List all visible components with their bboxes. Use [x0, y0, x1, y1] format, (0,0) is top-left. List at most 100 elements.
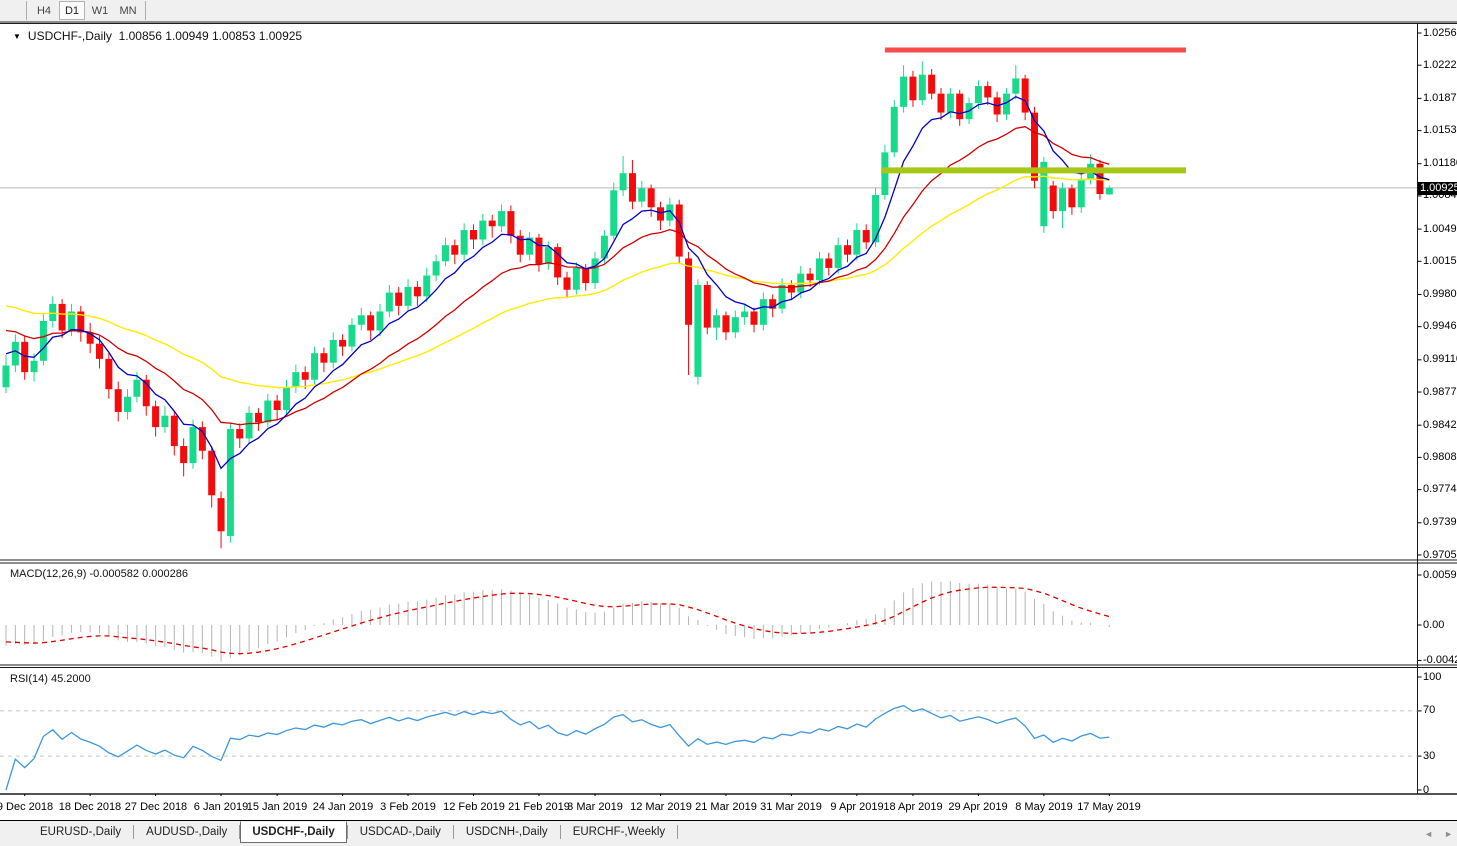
price-tick-label: 1.00490: [1423, 222, 1457, 235]
candle: [638, 188, 646, 202]
candle: [301, 372, 309, 380]
candle: [544, 247, 552, 265]
candle: [787, 284, 795, 293]
candle: [30, 360, 38, 373]
candle: [133, 379, 141, 397]
chart-tab-bar: EURUSD-,Daily AUDUSD-,Daily USDCHF-,Daily U…: [0, 820, 1457, 846]
price-tick-label: 0.98080: [1423, 450, 1457, 463]
candle: [619, 173, 627, 191]
timeframe-button-d1[interactable]: D1: [59, 1, 85, 20]
candle: [96, 343, 103, 359]
candle: [759, 299, 767, 325]
candle: [198, 427, 206, 451]
candle: [273, 400, 281, 411]
title-dropdown-icon[interactable]: ▼: [13, 32, 21, 41]
current-price-badge: 1.00925: [1418, 181, 1457, 195]
candle: [844, 245, 851, 255]
chart-surface[interactable]: ▼ USDCHF-,Daily 1.00856 1.00949 1.00853 …: [0, 24, 1457, 813]
candle: [1012, 78, 1020, 94]
chart-tab-usdchf[interactable]: USDCHF-,Daily: [240, 821, 347, 843]
candle: [806, 273, 814, 281]
tab-scroll-left-icon[interactable]: ◄: [1424, 830, 1433, 839]
chart-tab-eurusd[interactable]: EURUSD-,Daily: [28, 821, 133, 843]
price-tick-label: 1.02220: [1423, 58, 1457, 71]
candle: [507, 211, 515, 236]
price-tick-label: 0.99800: [1423, 288, 1457, 300]
candle: [124, 396, 132, 412]
chart-tab-audusd[interactable]: AUDUSD-,Daily: [134, 821, 239, 843]
date-tick-label: 18 Dec 2018: [58, 801, 122, 813]
candle: [451, 245, 459, 255]
candle: [741, 311, 749, 318]
candle: [946, 93, 954, 113]
date-tick-label: 15 Jan 2019: [246, 801, 308, 813]
candle: [114, 389, 122, 412]
candle: [339, 339, 347, 347]
candle: [956, 93, 964, 120]
chart-tab-eurchf[interactable]: EURCHF-,Weekly: [561, 821, 677, 843]
candle: [58, 303, 66, 331]
price-tick-label: 0.97390: [1423, 516, 1457, 529]
candle: [834, 245, 842, 268]
date-tick-label: 3 Mar 2019: [567, 801, 623, 813]
candle: [750, 311, 758, 325]
candle: [423, 275, 431, 297]
candle: [778, 284, 786, 309]
candle: [2, 365, 10, 388]
date-tick-label: 3 Feb 2019: [380, 801, 436, 813]
candle: [535, 237, 543, 265]
candle: [1059, 188, 1067, 212]
tab-scroll-right-icon[interactable]: ►: [1444, 830, 1453, 839]
candle: [283, 387, 290, 411]
timeframe-button-mn[interactable]: MN: [115, 1, 141, 20]
candle: [404, 286, 412, 306]
candle: [713, 315, 721, 328]
candle: [1049, 185, 1057, 212]
candle: [853, 230, 861, 255]
price-tick-label: 0.99460: [1423, 320, 1457, 333]
price-tick-label: 0.97740: [1423, 483, 1457, 496]
candle: [367, 315, 375, 331]
candle: [918, 74, 926, 101]
timeframe-button-w1[interactable]: W1: [87, 1, 113, 20]
chart-symbol-label: USDCHF-,Daily: [27, 29, 112, 43]
candle: [685, 258, 693, 325]
candle: [292, 372, 300, 388]
candle: [1068, 188, 1076, 208]
candle: [984, 86, 992, 98]
tab-divider: [677, 825, 679, 839]
candle: [152, 406, 160, 428]
candle: [825, 258, 833, 268]
candle: [722, 315, 730, 333]
rsi-tick-label: 100: [1423, 670, 1442, 683]
price-tick-label: 1.01530: [1423, 124, 1457, 137]
candle: [226, 428, 234, 537]
chart-tab-usdcnh[interactable]: USDCNH-,Daily: [454, 821, 560, 843]
candle: [245, 412, 253, 439]
rsi-indicator-label: RSI(14) 45.2000: [10, 673, 91, 685]
timeframe-button-h4[interactable]: H4: [31, 1, 57, 20]
candle: [395, 292, 403, 306]
candle: [208, 450, 216, 496]
candle: [105, 358, 113, 390]
chart-canvas[interactable]: [0, 24, 1457, 796]
candle: [937, 93, 945, 113]
price-tick-label: 0.98770: [1423, 385, 1457, 398]
candle: [264, 400, 272, 423]
candle: [694, 284, 702, 377]
chart-tab-usdcad[interactable]: USDCAD-,Daily: [348, 821, 453, 843]
chart-ohlc-values: 1.00856 1.00949 1.00853 1.00925: [111, 29, 303, 43]
candle: [488, 220, 496, 227]
candle: [236, 428, 244, 439]
date-tick-label: 31 Mar 2019: [760, 801, 822, 813]
candle: [170, 415, 178, 447]
candle: [329, 339, 337, 363]
candle: [460, 230, 468, 255]
candle: [1077, 178, 1085, 208]
toolbar-divider: [145, 1, 146, 20]
chart-title: ▼ USDCHF-,Daily 1.00856 1.00949 1.00853 …: [13, 29, 302, 43]
candle: [862, 230, 870, 243]
timeframe-toolbar: H4 D1 W1 MN: [0, 0, 1457, 21]
price-tick-label: 0.98420: [1423, 418, 1457, 431]
candle: [1021, 78, 1029, 113]
